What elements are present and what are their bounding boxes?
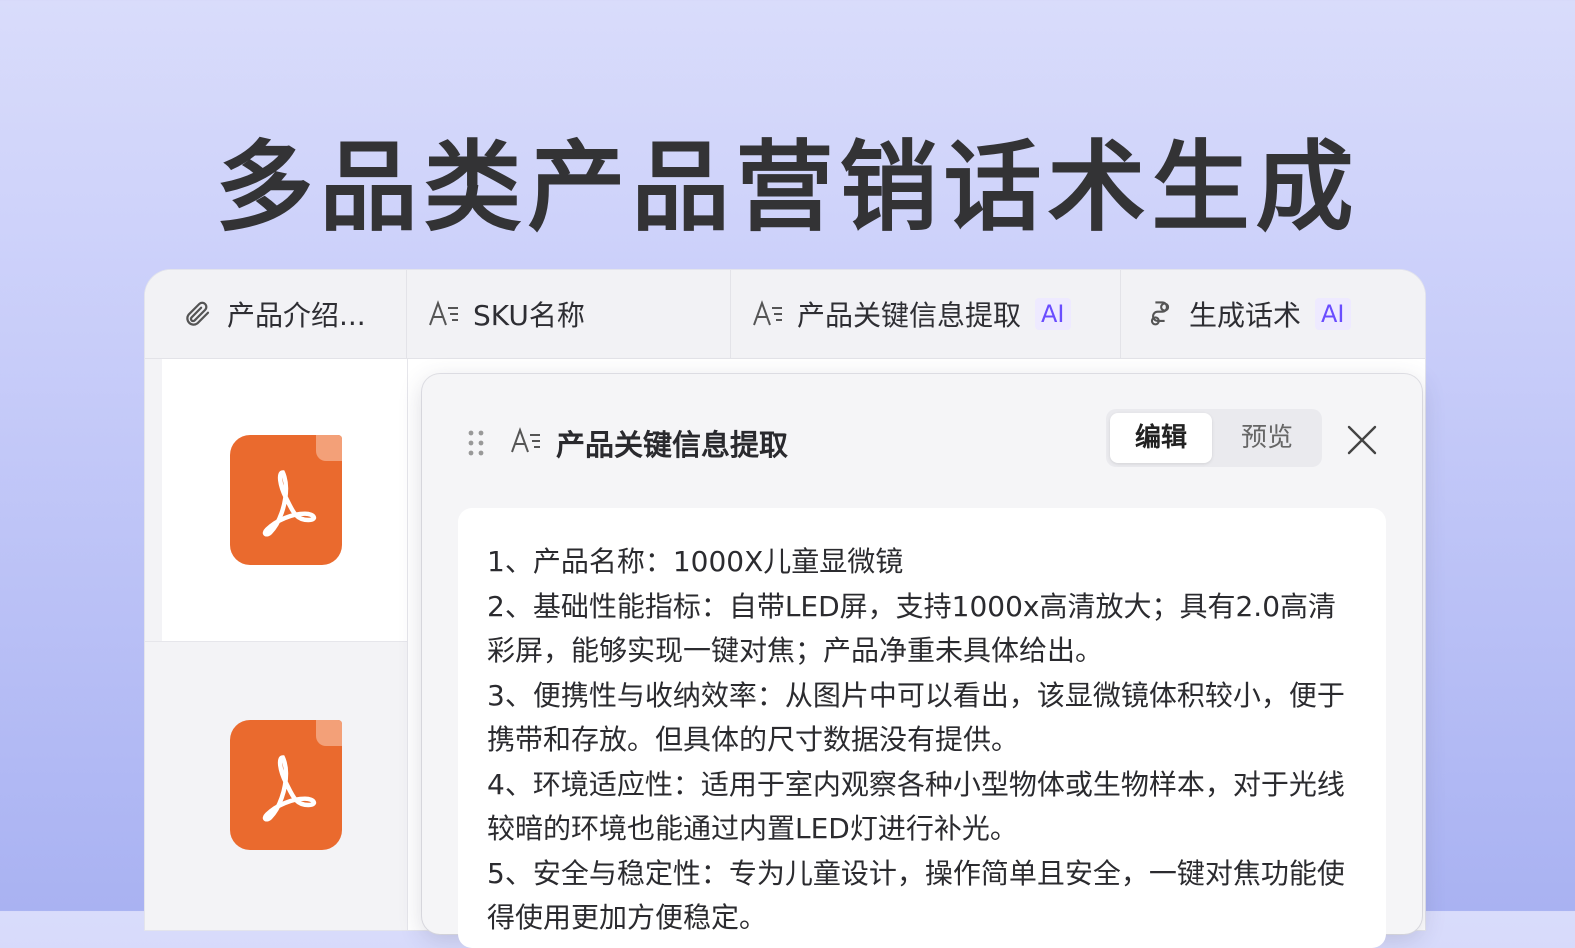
close-icon[interactable] [1344, 422, 1380, 458]
edit-tab[interactable]: 编辑 [1110, 413, 1212, 463]
content-editor[interactable]: 1、产品名称：1000X儿童显微镜 2、基础性能指标：自带LED屏，支持1000… [458, 508, 1386, 948]
popup-title: 产品关键信息提取 [556, 428, 789, 462]
text-field-icon [510, 426, 544, 460]
column-divider [407, 359, 408, 930]
content-line: 2、基础性能指标：自带LED屏，支持1000x高清放大；具有2.0高清彩屏，能够… [487, 589, 1337, 668]
paperclip-icon [181, 297, 215, 331]
column-header-key-info[interactable]: 产品关键信息提取 AI [731, 270, 1121, 358]
mode-toggle: 编辑 预览 [1106, 409, 1322, 467]
preview-tab[interactable]: 预览 [1216, 413, 1318, 463]
table-row[interactable] [145, 359, 407, 642]
ai-badge: AI [1315, 298, 1351, 330]
table-header: 产品介绍... SKU名称 产品关键信息提取 AI 生成话术 AI [145, 270, 1425, 359]
text-field-icon [751, 297, 785, 331]
pdf-icon[interactable] [230, 435, 342, 565]
column-header-product-intro[interactable]: 产品介绍... [145, 270, 407, 358]
column-label: 生成话术 [1189, 299, 1302, 332]
column-label: 产品关键信息提取 [797, 299, 1022, 332]
content-text: 1、产品名称：1000X儿童显微镜 2、基础性能指标：自带LED屏，支持1000… [487, 540, 1357, 941]
column-label: 产品介绍... [227, 299, 366, 332]
content-line: 1、产品名称：1000X儿童显微镜 [487, 545, 904, 578]
column-label: SKU名称 [473, 299, 585, 332]
content-line: 4、环境适应性：适用于室内观察各种小型物体或生物样本，对于光线较暗的环境也能通过… [487, 767, 1345, 846]
text-field-icon [427, 297, 461, 331]
column-header-generate-script[interactable]: 生成话术 AI [1121, 270, 1425, 358]
content-line: 3、便携性与收纳效率：从图片中可以看出，该显微镜体积较小，便于携带和存放。但具体… [487, 678, 1345, 757]
ai-generate-icon [1143, 297, 1177, 331]
pdf-icon[interactable] [230, 720, 342, 850]
drag-handle-icon[interactable] [466, 428, 486, 458]
field-detail-popup: 产品关键信息提取 编辑 预览 1、产品名称：1000X儿童显微镜 2、基础性能指… [422, 374, 1422, 948]
content-line: 5、安全与稳定性：专为儿童设计，操作简单且安全，一键对焦功能使得使用更加方便稳定… [487, 856, 1345, 935]
hero-title: 多品类产品营销话术生成 [215, 131, 1360, 245]
ai-badge: AI [1035, 298, 1071, 330]
column-header-sku-name[interactable]: SKU名称 [407, 270, 731, 358]
table-row[interactable] [145, 642, 407, 930]
